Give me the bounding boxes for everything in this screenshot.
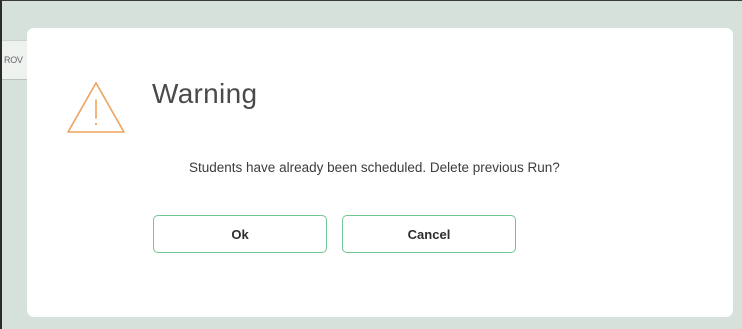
ok-button[interactable]: Ok [153,215,327,253]
warning-triangle-icon [65,80,127,136]
background-partial-button: ROV [2,40,28,80]
background-partial-button-label: ROV [4,55,23,65]
cancel-button[interactable]: Cancel [342,215,516,253]
dialog-title: Warning [152,78,258,109]
warning-dialog: Warning Students have already been sched… [27,28,733,317]
dialog-message: Students have already been scheduled. De… [189,160,560,175]
